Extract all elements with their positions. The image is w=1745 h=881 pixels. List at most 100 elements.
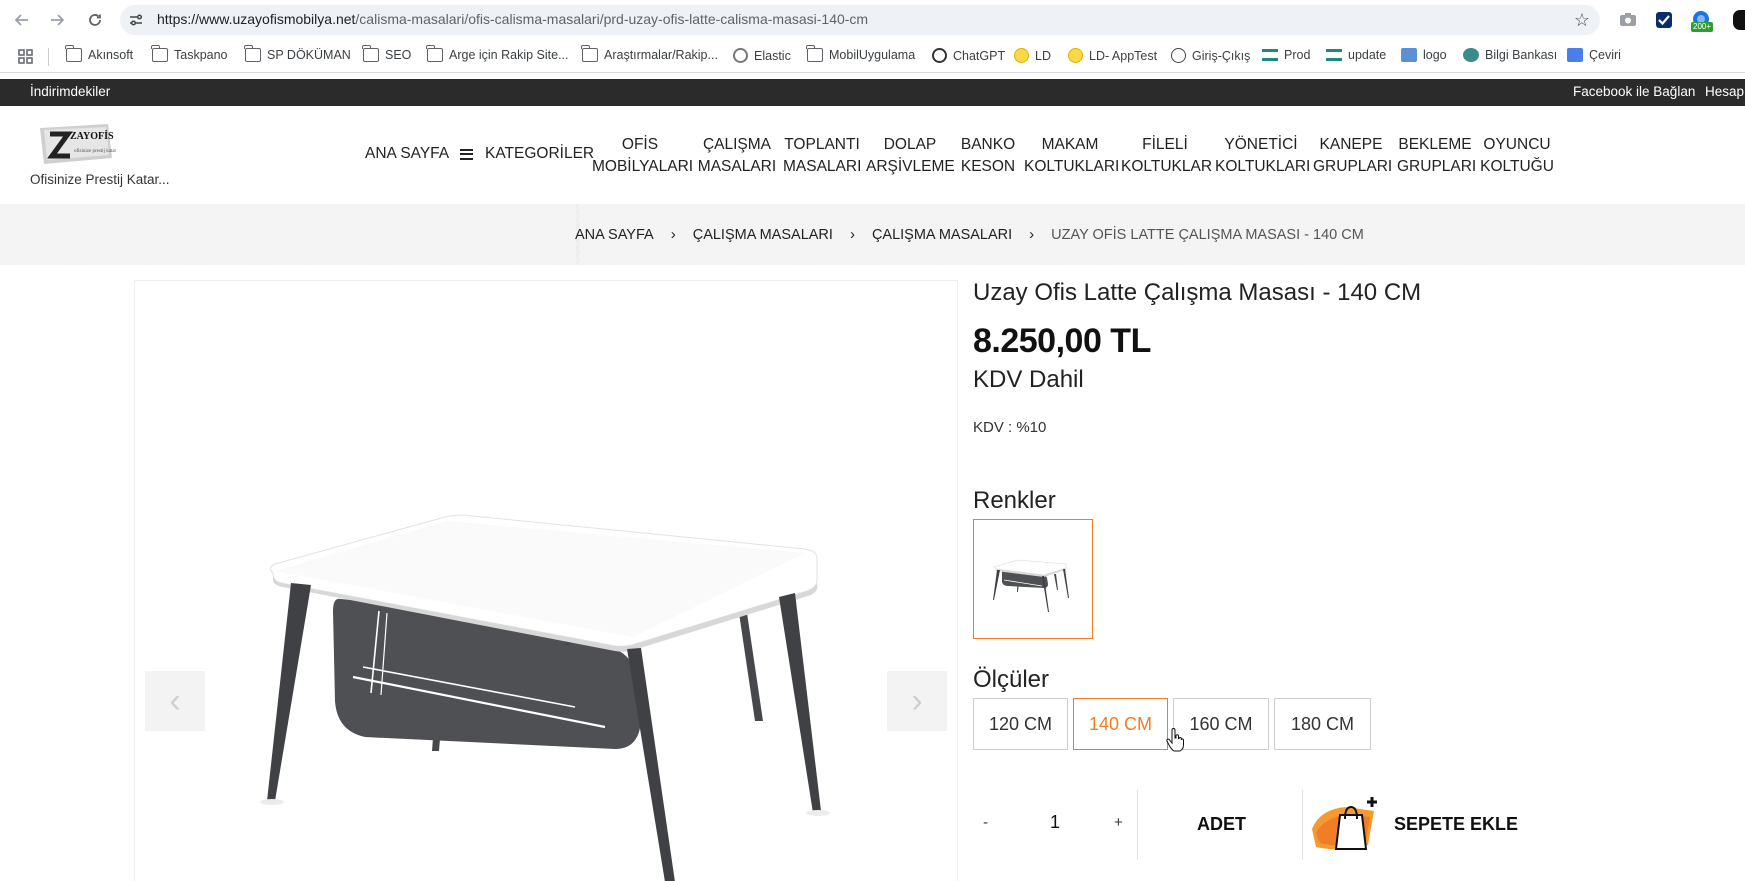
account-link[interactable]: Hesap [1705, 84, 1744, 99]
discounts-link[interactable]: İndirimdekiler [30, 84, 110, 99]
nav-reception[interactable]: BANKO KESON [958, 134, 1018, 178]
bookmark-giris-cikis[interactable]: Giriş-Çıkış [1171, 48, 1250, 63]
bookmark-label: LD- AppTest [1089, 48, 1158, 63]
bookmark-elastic[interactable]: Elastic [733, 48, 791, 63]
quantity-value[interactable]: 1 [1048, 812, 1062, 833]
bookmark-akinsoft[interactable]: Akınsoft [65, 45, 134, 62]
gallery-prev-button[interactable]: ‹ [145, 671, 205, 731]
nav-home[interactable]: ANA SAYFA [365, 145, 449, 163]
nav-meeting-tables[interactable]: TOPLANTI MASALARI [783, 134, 861, 178]
site-tagline: Ofisinize Prestij Katar... [30, 172, 170, 187]
nav-line2: KOLTUKLAR [1121, 158, 1213, 175]
bookmarks-bar: Akınsoft Taskpano SP DÖKÜMAN SEO Arge iç… [0, 40, 1745, 73]
profile-avatar[interactable] [1733, 10, 1745, 30]
breadcrumb-home[interactable]: ANA SAYFA [575, 227, 654, 243]
bookmark-ld[interactable]: LD [1014, 48, 1051, 63]
nav-sofa-groups[interactable]: KANEPE GRUPLARI [1313, 134, 1392, 178]
nav-line1: FİLELİ [1142, 136, 1188, 153]
back-button[interactable] [11, 9, 33, 31]
quantity-decrease-button[interactable]: - [983, 814, 988, 831]
bookmark-mobiluygulama[interactable]: MobilUygulama [806, 45, 916, 62]
bookmark-star-icon[interactable]: ☆ [1574, 10, 1590, 31]
nav-categories[interactable]: KATEGORİLER [460, 145, 594, 163]
bookmark-label: Taskpano [174, 48, 228, 62]
bookmark-label: MobilUygulama [829, 48, 916, 62]
uzay-ofis-logo[interactable]: ZAYOFİS ofisinize prestij katar [34, 122, 116, 168]
back-arrow-icon [14, 14, 28, 26]
nav-categories-label: KATEGORİLER [485, 145, 595, 162]
size-option-180[interactable]: 180 CM [1274, 698, 1371, 750]
bookmark-label: Arge için Rakip Site... [449, 48, 569, 62]
bookmark-sp-dokuman[interactable]: SP DÖKÜMAN [244, 45, 351, 62]
bookmark-update[interactable]: update [1326, 48, 1386, 62]
shopping-bag-plus-icon[interactable] [1310, 795, 1382, 853]
nav-line1: OYUNCU [1483, 136, 1551, 153]
bookmark-prod[interactable]: Prod [1262, 48, 1310, 62]
people-icon [1463, 48, 1479, 62]
nav-manager-chairs[interactable]: YÖNETİCİ KOLTUKLARI [1215, 134, 1310, 178]
color-swatch-selected[interactable] [973, 519, 1093, 639]
bookmark-label: Prod [1284, 48, 1311, 62]
nav-line1: KANEPE [1319, 136, 1383, 153]
folder-icon [426, 45, 443, 62]
extension-badge: 200+ [1691, 22, 1714, 32]
nav-line1: BANKO [960, 136, 1016, 153]
bookmark-ceviri[interactable]: Çeviri [1567, 48, 1621, 62]
apps-grid-icon[interactable] [18, 49, 33, 64]
chevron-right-icon: › [1029, 226, 1035, 243]
folder-icon [151, 45, 168, 62]
bookmark-seo[interactable]: SEO [362, 45, 412, 62]
folder-icon [65, 45, 82, 62]
bookmark-label: SP DÖKÜMAN [267, 48, 351, 62]
bookmark-bilgi-bankasi[interactable]: Bilgi Bankası [1463, 48, 1557, 62]
colors-label: Renkler [973, 487, 1056, 514]
quantity-increase-button[interactable]: + [1114, 814, 1123, 831]
nav-gaming-chair[interactable]: OYUNCU KOLTUĞU [1479, 134, 1555, 178]
chatgpt-extension-icon[interactable]: 200+ [1688, 8, 1714, 34]
checkbox-extension-icon[interactable] [1654, 10, 1674, 30]
size-option-140-selected[interactable]: 140 CM [1073, 698, 1168, 750]
nav-executive-chairs[interactable]: MAKAM KOLTUKLARI [1024, 134, 1119, 178]
bookmark-label: update [1348, 48, 1387, 62]
chevron-right-icon: › [911, 681, 923, 720]
url-text: https://www.uzayofismobilya.net/calisma-… [157, 11, 868, 27]
nav-waiting-groups[interactable]: BEKLEME GRUPLARI [1397, 134, 1476, 178]
camera-extension-icon[interactable] [1618, 10, 1638, 30]
bookmark-label: Akınsoft [88, 48, 134, 62]
translate-icon [1567, 48, 1583, 62]
breadcrumb-band: ANA SAYFA › ÇALIŞMA MASALARI › ÇALIŞMA M… [0, 204, 1745, 265]
color-swatch-desk-thumbnail [993, 559, 1069, 612]
nav-work-desks[interactable]: ÇALIŞMA MASALARI [697, 134, 777, 178]
url-path: /calisma-masalari/ofis-calisma-masalari/… [355, 11, 869, 27]
hamburger-icon [460, 148, 473, 160]
bookmark-chatgpt[interactable]: ChatGPT [932, 48, 1005, 63]
nav-office-furniture[interactable]: OFİS MOBİLYALARI [592, 134, 694, 178]
bookmark-ld-apptest[interactable]: LD- AppTest [1068, 48, 1157, 63]
add-to-cart-button[interactable]: SEPETE EKLE [1394, 814, 1518, 835]
size-option-160[interactable]: 160 CM [1173, 698, 1269, 750]
reload-button[interactable] [84, 9, 106, 31]
gallery-next-button[interactable]: › [887, 671, 947, 731]
breadcrumb-subcategory[interactable]: ÇALIŞMA MASALARI [872, 227, 1012, 243]
product-image-gallery[interactable]: ‹ › [134, 280, 958, 881]
bookmark-label: logo [1423, 48, 1447, 62]
bookmark-arge[interactable]: Arge için Rakip Site... [426, 45, 569, 62]
bookmark-label: LD [1035, 48, 1051, 63]
bookmark-label: SEO [385, 48, 412, 62]
sizes-label: Ölçüler [973, 666, 1050, 693]
facebook-connect-link[interactable]: Facebook ile Bağlan [1573, 84, 1695, 99]
bookmark-arastirmalar[interactable]: Araştırmalar/Rakip... [581, 45, 718, 62]
elastic-icon [733, 48, 748, 63]
bookmark-logo[interactable]: logo [1401, 48, 1447, 62]
nav-line2: MASALARI [783, 158, 862, 175]
bookmark-taskpano[interactable]: Taskpano [151, 45, 228, 62]
nav-cabinets[interactable]: DOLAP ARŞİVLEME [866, 134, 955, 178]
address-bar[interactable]: https://www.uzayofismobilya.net/calisma-… [120, 5, 1600, 35]
hand-cursor-icon [1166, 728, 1184, 752]
breadcrumb-category[interactable]: ÇALIŞMA MASALARI [693, 227, 833, 243]
nav-line2: MOBİLYALARI [592, 158, 694, 175]
site-info-icon[interactable] [128, 12, 144, 28]
forward-button[interactable] [46, 9, 68, 31]
nav-mesh-chairs[interactable]: FİLELİ KOLTUKLAR [1121, 134, 1213, 178]
size-option-120[interactable]: 120 CM [973, 698, 1068, 750]
